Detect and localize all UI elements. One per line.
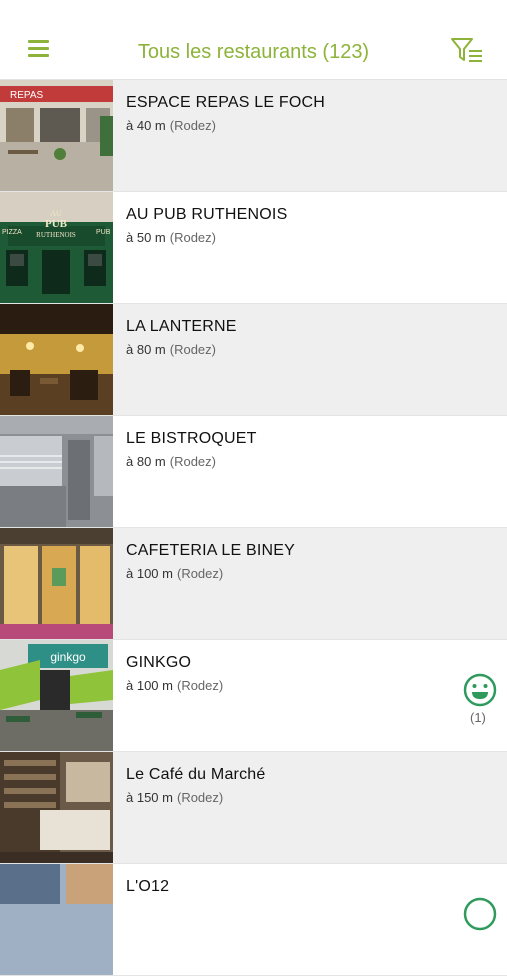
restaurant-item[interactable]: LA LANTERNE à 80 m (Rodez)	[0, 304, 507, 416]
smiley-icon	[463, 673, 497, 707]
distance-text: à 50 m	[126, 230, 166, 245]
restaurant-photo	[0, 752, 113, 863]
restaurant-name: GINKGO	[126, 654, 192, 671]
restaurant-photo: REPAS	[0, 80, 113, 191]
city-text: (Rodez)	[169, 342, 216, 357]
distance-text: à 40 m	[126, 118, 166, 133]
smiley-icon	[463, 897, 497, 931]
distance-text: à 80 m	[126, 342, 166, 357]
distance-text: à 100 m	[126, 566, 173, 581]
filter-list-icon[interactable]	[450, 36, 484, 66]
restaurant-name: AU PUB RUTHENOIS	[126, 206, 288, 223]
city-text: (Rodez)	[176, 678, 224, 693]
restaurant-item[interactable]: LE BISTROQUET à 80 m (Rodez)	[0, 416, 507, 528]
restaurant-name: LA LANTERNE	[126, 318, 237, 335]
distance-text: à 100 m	[126, 678, 173, 693]
restaurant-photo	[0, 416, 113, 527]
restaurant-location: à 100 m (Rodez)	[126, 678, 223, 693]
restaurant-item[interactable]: ginkgo GINKGO à 100 m (Rodez) (1)	[0, 640, 507, 752]
photo-sign-text: AU	[50, 209, 62, 218]
restaurant-location: à 40 m (Rodez)	[126, 118, 216, 133]
restaurant-location: à 100 m (Rodez)	[126, 566, 223, 581]
restaurant-name: CAFETERIA LE BINEY	[126, 542, 295, 559]
restaurant-location: à 50 m (Rodez)	[126, 230, 216, 245]
photo-sign-text: PIZZA	[2, 229, 22, 236]
rating-count: (1)	[470, 710, 486, 725]
city-text: (Rodez)	[169, 118, 216, 133]
restaurant-item[interactable]: AU PUB RUTHENOIS PIZZA PUB AU PUB RUTHEN…	[0, 192, 507, 304]
app-header: Tous les restaurants (123)	[0, 0, 507, 80]
photo-sign-text: PUB	[45, 218, 68, 230]
restaurant-location: à 80 m (Rodez)	[126, 342, 216, 357]
restaurant-name: L'O12	[126, 878, 170, 895]
photo-sign-text: PUB	[96, 229, 111, 236]
photo-sign-text: RUTHENOIS	[36, 231, 76, 239]
restaurant-photo	[0, 864, 113, 975]
restaurant-item[interactable]: L'O12	[0, 864, 507, 976]
photo-sign-text: REPAS	[10, 90, 43, 101]
restaurant-item[interactable]: CAFETERIA LE BINEY à 100 m (Rodez)	[0, 528, 507, 640]
restaurant-name: LE BISTROQUET	[126, 430, 257, 447]
photo-sign-text: ginkgo	[50, 650, 86, 664]
restaurant-item[interactable]: REPAS ESPACE REPAS LE FOCH à 40 m (Rodez)	[0, 80, 507, 192]
restaurant-name: Le Café du Marché	[126, 766, 266, 783]
restaurant-name: ESPACE REPAS LE FOCH	[126, 94, 326, 111]
restaurant-location: à 80 m (Rodez)	[126, 454, 216, 469]
city-text: (Rodez)	[169, 454, 216, 469]
distance-text: à 80 m	[126, 454, 166, 469]
restaurant-photo	[0, 304, 113, 415]
city-text: (Rodez)	[176, 790, 224, 805]
restaurant-photo	[0, 528, 113, 639]
restaurant-photo: AU PUB RUTHENOIS PIZZA PUB	[0, 192, 113, 303]
distance-text: à 150 m	[126, 790, 173, 805]
restaurant-list: REPAS ESPACE REPAS LE FOCH à 40 m (Rodez)…	[0, 80, 507, 976]
city-text: (Rodez)	[169, 230, 216, 245]
city-text: (Rodez)	[176, 566, 224, 581]
page-title: Tous les restaurants (123)	[137, 41, 370, 63]
restaurant-item[interactable]: Le Café du Marché à 150 m (Rodez)	[0, 752, 507, 864]
restaurant-photo: ginkgo	[0, 640, 113, 751]
restaurant-location: à 150 m (Rodez)	[126, 790, 223, 805]
